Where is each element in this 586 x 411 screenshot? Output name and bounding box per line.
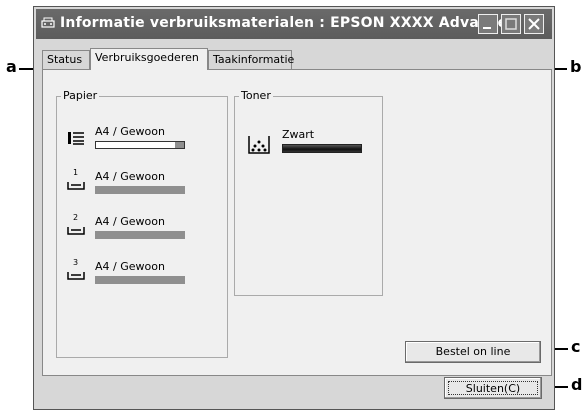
tray-3-level-bar — [95, 276, 185, 284]
tab-verbruiksgoederen[interactable]: Verbruiksgoederen — [90, 48, 208, 70]
tab-status[interactable]: Status — [42, 50, 90, 69]
toner-legend: Toner — [239, 89, 273, 102]
callout-a: a — [6, 57, 17, 76]
toner-zwart-level-bar — [282, 144, 362, 153]
toner-group: Toner Zwart — [234, 89, 383, 296]
toner-zwart-label: Zwart — [282, 128, 315, 141]
close-icon — [528, 18, 540, 30]
dialog-window: Informatie verbruiksmaterialen : EPSON X… — [33, 6, 555, 410]
tray-mp-level-bar — [95, 141, 185, 149]
tab-panel: Papier A4 / Gewoon 1 A4 / Gewoon 2 A4 / … — [42, 69, 552, 376]
minimize-icon — [483, 27, 491, 29]
printer-icon — [41, 17, 55, 29]
callout-d: d — [571, 375, 583, 394]
maximize-icon — [505, 18, 517, 30]
tray-1-label: A4 / Gewoon — [95, 170, 165, 183]
tray-1-number: 1 — [73, 168, 79, 177]
tray-2-level-bar — [95, 231, 185, 239]
papier-legend: Papier — [61, 89, 100, 102]
tray-3-number: 3 — [73, 258, 79, 267]
tray-2-label: A4 / Gewoon — [95, 215, 165, 228]
minimize-button[interactable] — [478, 14, 498, 34]
tray-mp: A4 / Gewoon — [67, 125, 217, 165]
title-bar[interactable]: Informatie verbruiksmaterialen : EPSON X… — [36, 9, 552, 39]
papier-group: Papier A4 / Gewoon 1 A4 / Gewoon 2 A4 / … — [56, 89, 228, 358]
maximize-button[interactable] — [501, 14, 521, 34]
tray-mp-label: A4 / Gewoon — [95, 125, 165, 138]
sluiten-button-label: Sluiten(C) — [448, 381, 538, 395]
callout-b: b — [570, 57, 582, 76]
sluiten-button[interactable]: Sluiten(C) — [444, 377, 542, 399]
tray-1-level-bar — [95, 186, 185, 194]
toner-cartridge-icon — [248, 136, 270, 154]
tray-3-label: A4 / Gewoon — [95, 260, 165, 273]
tray-3: 3 A4 / Gewoon — [67, 258, 217, 300]
callout-c: c — [571, 337, 581, 356]
bestel-online-button[interactable]: Bestel on line — [405, 341, 541, 363]
tab-taakinformatie[interactable]: Taakinformatie — [208, 50, 294, 69]
tray-2-number: 2 — [73, 213, 79, 222]
tray-2: 2 A4 / Gewoon — [67, 213, 217, 255]
close-button[interactable] — [524, 14, 544, 34]
window-title: Informatie verbruiksmaterialen : EPSON X… — [60, 15, 518, 31]
tray-1: 1 A4 / Gewoon — [67, 168, 217, 210]
mp-tray-icon — [68, 132, 84, 145]
